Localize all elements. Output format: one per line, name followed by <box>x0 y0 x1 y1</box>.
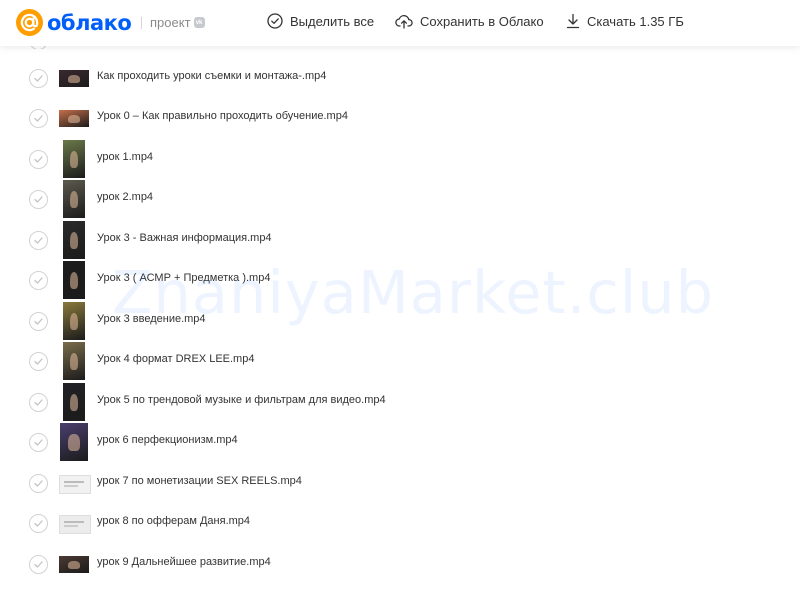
select-checkbox[interactable] <box>29 312 48 331</box>
check-icon <box>34 115 43 122</box>
save-to-cloud-label: Сохранить в Облако <box>420 13 544 29</box>
file-row[interactable]: Урок 4 формат DREX LEE.mp4 <box>0 341 800 381</box>
file-name[interactable]: Урок 3 - Важная информация.mp4 <box>97 232 272 244</box>
select-checkbox[interactable] <box>29 231 48 250</box>
file-row[interactable]: урок 9 Дальнейшее развитие.mp4 <box>0 544 800 584</box>
cloud-logo[interactable]: облако <box>16 9 132 36</box>
download-label: Скачать 1.35 ГБ <box>587 13 684 29</box>
file-name[interactable]: урок 2.mp4 <box>97 191 153 203</box>
file-row[interactable]: урок 6 перфекционизм.mp4 <box>0 422 800 462</box>
select-checkbox[interactable] <box>29 514 48 533</box>
check-icon <box>34 561 43 568</box>
logo-text: облако <box>47 10 132 35</box>
select-checkbox[interactable] <box>29 150 48 169</box>
select-checkbox[interactable] <box>29 271 48 290</box>
save-to-cloud-button[interactable]: Сохранить в Облако <box>395 13 544 29</box>
video-thumbnail[interactable] <box>59 110 89 127</box>
cloud-upload-icon <box>395 15 413 29</box>
check-icon <box>34 75 43 82</box>
file-name[interactable]: Урок 4 формат DREX LEE.mp4 <box>97 353 254 365</box>
select-checkbox[interactable] <box>29 474 48 493</box>
file-row[interactable]: урок 1.mp4 <box>0 139 800 179</box>
video-thumbnail[interactable] <box>59 556 89 573</box>
check-icon <box>34 399 43 406</box>
video-thumbnail[interactable] <box>63 221 85 259</box>
file-name[interactable]: урок 9 Дальнейшее развитие.mp4 <box>97 556 271 568</box>
file-row[interactable]: Урок 3 - Важная информация.mp4 <box>0 220 800 260</box>
check-circle-icon <box>267 13 283 29</box>
video-thumbnail[interactable] <box>63 342 85 380</box>
video-thumbnail[interactable] <box>60 423 88 461</box>
file-row[interactable]: Как проходить уроки съемки и монтажа-.mp… <box>0 58 800 98</box>
select-checkbox[interactable] <box>29 190 48 209</box>
file-row[interactable]: урок 2.mp4 <box>0 179 800 219</box>
check-icon <box>34 277 43 284</box>
at-sign-icon <box>16 9 43 36</box>
select-checkbox[interactable] <box>29 352 48 371</box>
check-icon <box>34 156 43 163</box>
check-icon <box>34 237 43 244</box>
file-row[interactable]: Урок 5 по трендовой музыке и фильтрам дл… <box>0 382 800 422</box>
file-name[interactable]: урок 8 по офферам Даня.mp4 <box>97 515 250 527</box>
video-thumbnail[interactable] <box>63 302 85 340</box>
project-text: проект <box>150 15 191 30</box>
select-checkbox[interactable] <box>29 555 48 574</box>
check-icon <box>34 439 43 446</box>
file-name[interactable]: Урок 0 – Как правильно проходить обучени… <box>97 110 348 122</box>
video-thumbnail[interactable] <box>63 261 85 299</box>
file-name[interactable]: урок 7 по монетизации SEX REELS.mp4 <box>97 475 302 487</box>
select-checkbox[interactable] <box>29 69 48 88</box>
file-name[interactable]: Как проходить уроки съемки и монтажа-.mp… <box>97 70 326 82</box>
file-row[interactable]: Урок 0 – Как правильно проходить обучени… <box>0 98 800 138</box>
watermark: ZnaniyaMarket.club <box>112 258 715 327</box>
video-thumbnail[interactable] <box>63 180 85 218</box>
video-thumbnail[interactable] <box>59 515 91 534</box>
select-checkbox[interactable] <box>29 109 48 128</box>
download-button[interactable]: Скачать 1.35 ГБ <box>566 13 684 29</box>
divider <box>141 17 142 29</box>
select-all-button[interactable]: Выделить все <box>267 13 374 29</box>
check-icon <box>34 318 43 325</box>
vk-logo-icon: vk <box>193 17 205 28</box>
top-bar: облако проект vk Выделить все Сохранить … <box>0 0 800 46</box>
check-icon <box>34 480 43 487</box>
file-row[interactable]: урок 8 по офферам Даня.mp4 <box>0 503 800 543</box>
select-all-label: Выделить все <box>290 13 375 29</box>
file-row[interactable]: урок 7 по монетизации SEX REELS.mp4 <box>0 463 800 503</box>
file-name[interactable]: урок 6 перфекционизм.mp4 <box>97 434 238 446</box>
video-thumbnail[interactable] <box>63 140 85 178</box>
check-icon <box>34 196 43 203</box>
download-icon <box>566 13 580 29</box>
select-checkbox[interactable] <box>29 433 48 452</box>
partially-hidden-checkbox <box>29 46 46 49</box>
check-icon <box>34 520 43 527</box>
video-thumbnail[interactable] <box>59 70 89 87</box>
file-name[interactable]: урок 1.mp4 <box>97 151 153 163</box>
check-icon <box>34 358 43 365</box>
video-thumbnail[interactable] <box>63 383 85 421</box>
file-name[interactable]: Урок 5 по трендовой музыке и фильтрам дл… <box>97 394 386 406</box>
video-thumbnail[interactable] <box>59 475 91 494</box>
project-label[interactable]: проект vk <box>150 15 205 30</box>
select-checkbox[interactable] <box>29 393 48 412</box>
